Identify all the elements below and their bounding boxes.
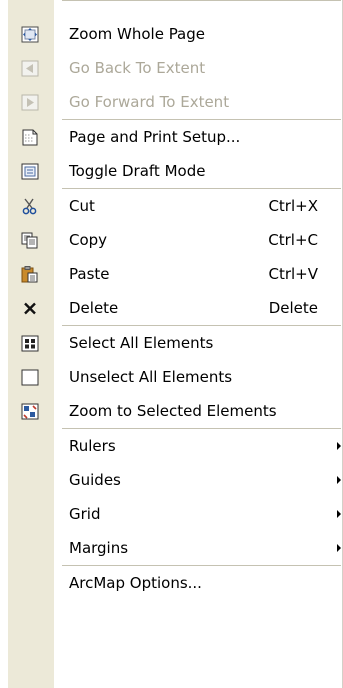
menu-item-label: Cut — [69, 197, 95, 215]
menu-item-arcmap-options[interactable]: ArcMap Options... — [8, 566, 343, 600]
menu-item-label: Page and Print Setup... — [69, 128, 241, 146]
menu-item-go-forward-to-extent[interactable]: Go Forward To Extent — [8, 85, 343, 119]
menu-item-page-and-print-setup[interactable]: Page and Print Setup... — [8, 120, 343, 154]
menu-item-shortcut: Ctrl+V — [268, 265, 318, 283]
menu-item-cut[interactable]: Cut Ctrl+X — [8, 189, 343, 223]
menu-item-toggle-draft-mode[interactable]: Toggle Draft Mode — [8, 154, 343, 188]
menu-item-grid[interactable]: Grid — [8, 497, 343, 531]
back-extent-icon — [21, 60, 39, 77]
menu-item-label: Go Back To Extent — [69, 59, 206, 77]
submenu-arrow-icon — [337, 442, 341, 450]
menu-item-unselect-all-elements[interactable]: Unselect All Elements — [8, 360, 343, 394]
zoom-selected-icon — [21, 403, 39, 420]
menu-top-border — [62, 0, 341, 1]
menu-item-delete[interactable]: Delete Delete — [8, 291, 343, 325]
menu-item-label: Paste — [69, 265, 110, 283]
menu-item-label: Grid — [69, 505, 101, 523]
submenu-arrow-icon — [337, 476, 341, 484]
menu-item-label: Toggle Draft Mode — [69, 162, 206, 180]
menu-item-guides[interactable]: Guides — [8, 463, 343, 497]
forward-extent-icon — [21, 94, 39, 111]
menu-item-label: Select All Elements — [69, 334, 214, 352]
menu-item-label: Zoom Whole Page — [69, 25, 206, 43]
menu-item-margins[interactable]: Margins — [8, 531, 343, 565]
menu-item-label: Copy — [69, 231, 108, 249]
menu-item-label: ArcMap Options... — [69, 574, 202, 592]
menu-item-go-back-to-extent[interactable]: Go Back To Extent — [8, 51, 343, 85]
unselect-all-icon — [21, 369, 39, 386]
menu-item-label: Delete — [69, 299, 119, 317]
menu-item-label: Guides — [69, 471, 121, 489]
menu-item-label: Unselect All Elements — [69, 368, 233, 386]
menu-item-shortcut: Ctrl+C — [268, 231, 318, 249]
menu-item-zoom-to-selected-elements[interactable]: Zoom to Selected Elements — [8, 394, 343, 428]
menu-item-shortcut: Delete — [268, 299, 318, 317]
menu-item-rulers[interactable]: Rulers — [8, 429, 343, 463]
menu-item-zoom-whole-page[interactable]: Zoom Whole Page — [8, 17, 343, 51]
menu-item-copy[interactable]: Copy Ctrl+C — [8, 223, 343, 257]
context-menu: Zoom Whole Page Go Back To Extent Go For… — [8, 0, 343, 688]
menu-item-label: Rulers — [69, 437, 116, 455]
menu-item-shortcut: Ctrl+X — [268, 197, 318, 215]
menu-item-label: Margins — [69, 539, 129, 557]
zoom-whole-page-icon — [21, 26, 39, 43]
page-setup-icon — [22, 129, 38, 146]
menu-item-label: Zoom to Selected Elements — [69, 402, 277, 420]
menu-item-select-all-elements[interactable]: Select All Elements — [8, 326, 343, 360]
submenu-arrow-icon — [337, 544, 341, 552]
select-all-icon — [21, 335, 39, 352]
draft-mode-icon — [21, 163, 39, 180]
submenu-arrow-icon — [337, 510, 341, 518]
copy-icon — [21, 232, 38, 249]
scissors-icon — [22, 198, 37, 215]
paste-icon — [21, 266, 38, 283]
menu-item-label: Go Forward To Extent — [69, 93, 230, 111]
menu-item-paste[interactable]: Paste Ctrl+V — [8, 257, 343, 291]
delete-x-icon — [24, 302, 36, 315]
